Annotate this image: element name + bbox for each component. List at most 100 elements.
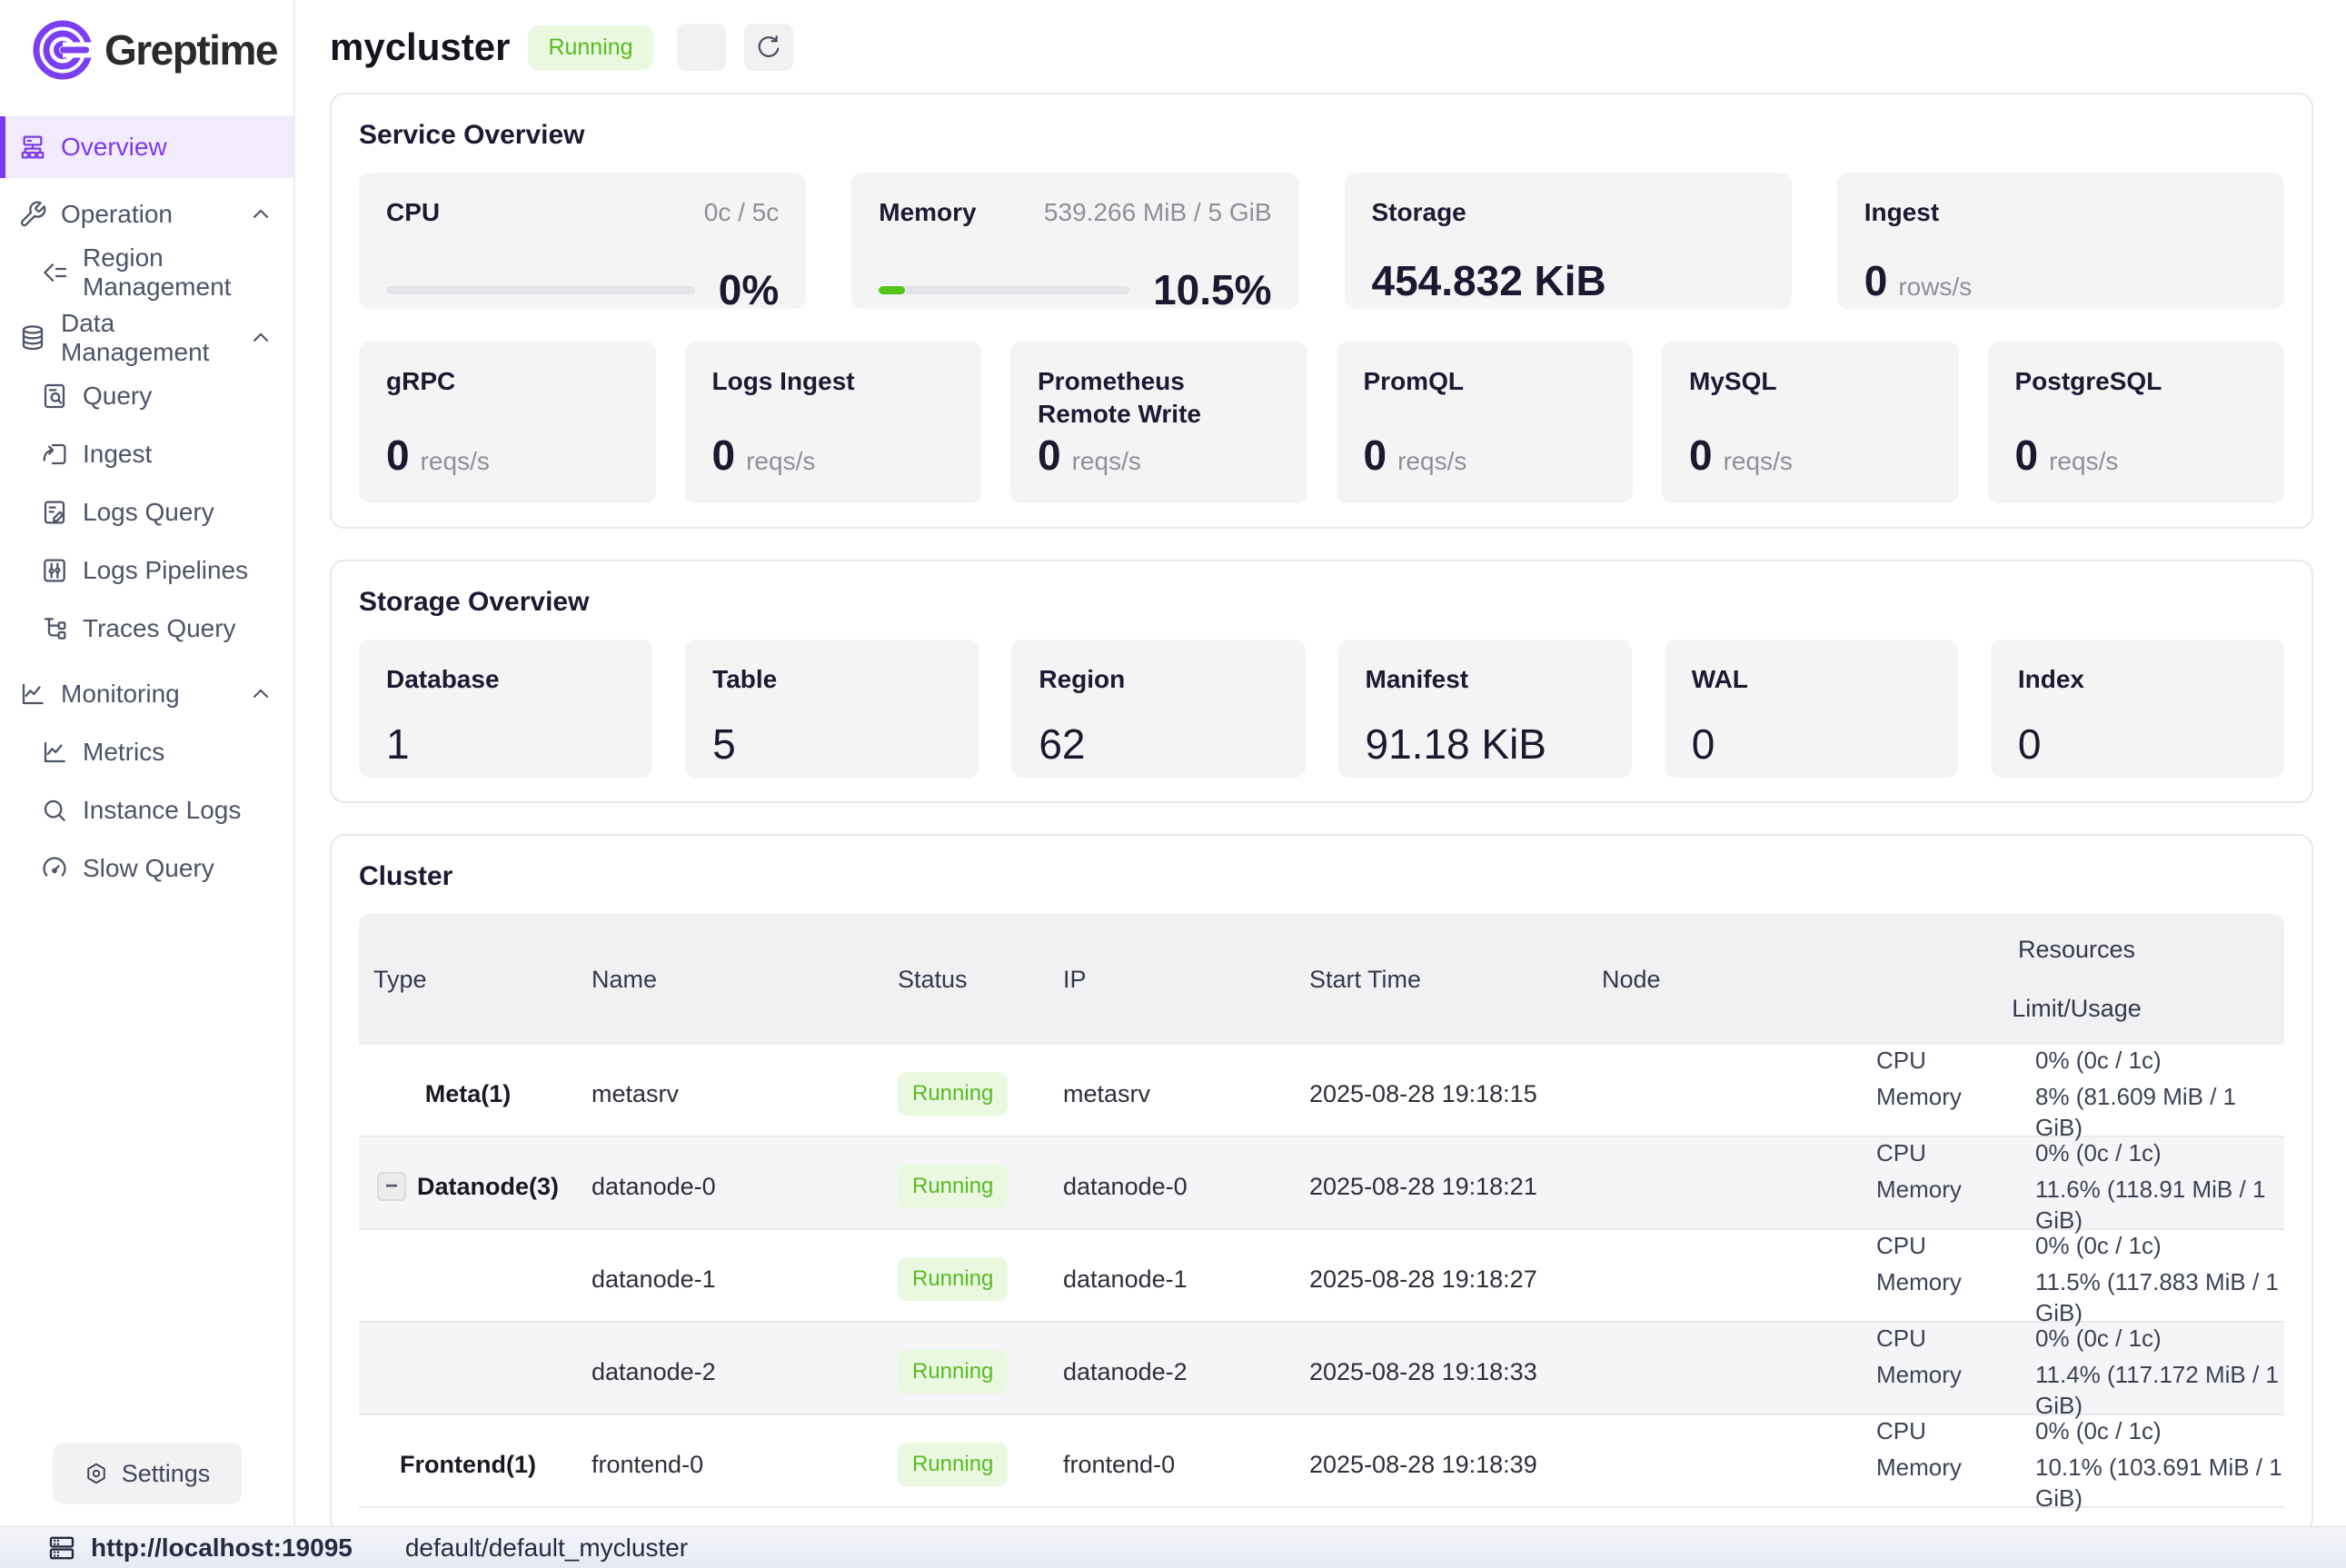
settings-button[interactable]: Settings — [53, 1443, 242, 1504]
grpc-card: gRPC 0 reqs/s — [359, 342, 656, 503]
rate-unit: reqs/s — [746, 447, 815, 476]
sliders-icon — [40, 556, 69, 585]
cpu-usage: 0% (0c / 1c) — [2035, 1137, 2284, 1168]
chevron-up-icon[interactable] — [248, 202, 273, 227]
chevron-up-icon[interactable] — [248, 681, 273, 707]
ingest-label: Ingest — [1864, 198, 1939, 226]
chevron-up-icon[interactable] — [248, 325, 273, 351]
stat-value: 62 — [1039, 719, 1277, 769]
sidebar-group-operation[interactable]: Operation — [0, 185, 293, 243]
storage-overview-panel: Storage Overview Database 1 Table 5 Regi… — [330, 560, 2313, 803]
memory-capacity: 539.266 MiB / 5 GiB — [1044, 198, 1272, 227]
sidebar-item-slow-query[interactable]: Slow Query — [0, 839, 293, 898]
blank-icon-button[interactable] — [677, 24, 726, 71]
row-start-time: 2025-08-28 19:18:21 — [1295, 1173, 1587, 1201]
page-title: mycluster — [330, 25, 510, 69]
cpu-label: CPU — [1876, 1323, 2035, 1354]
chart-icon — [40, 738, 69, 767]
row-resources: CPU 0% (0c / 1c) Memory 11.4% (117.172 M… — [1869, 1323, 2284, 1421]
col-node: Node — [1587, 966, 1869, 994]
sidebar-group-monitoring[interactable]: Monitoring — [0, 665, 293, 723]
endpoint-url: http://localhost:19095 — [91, 1533, 353, 1563]
storage-stat-cards: Database 1 Table 5 Region 62 Manifest 91… — [359, 640, 2284, 778]
logs-ingest-card: Logs Ingest 0 reqs/s — [685, 342, 982, 503]
cpu-label: CPU — [1876, 1415, 2035, 1446]
sidebar-item-label: Metrics — [83, 738, 164, 767]
stat-value: 91.18 KiB — [1366, 719, 1605, 769]
row-resources: CPU 0% (0c / 1c) Memory 8% (81.609 MiB /… — [1869, 1045, 2284, 1143]
sidebar-nav: Overview Operation Region Management Dat… — [0, 116, 293, 898]
sidebar-item-ingest[interactable]: Ingest — [0, 425, 293, 483]
storage-label: Storage — [1372, 198, 1466, 226]
memory-usage: 8% (81.609 MiB / 1 GiB) — [2035, 1081, 2284, 1143]
refresh-button[interactable] — [744, 24, 793, 71]
sidebar-item-label: Slow Query — [83, 854, 214, 883]
sidebar-item-region-management[interactable]: Region Management — [0, 243, 293, 302]
row-name: datanode-2 — [577, 1358, 883, 1386]
settings-label: Settings — [122, 1460, 211, 1488]
memory-progress-fill — [879, 286, 905, 294]
region-icon — [40, 258, 69, 287]
col-ip: IP — [1049, 966, 1295, 994]
rate-unit: reqs/s — [421, 447, 490, 476]
index-card: Index 0 — [1991, 640, 2284, 778]
sidebar-group-label: Operation — [61, 200, 173, 229]
cpu-percent: 0% — [719, 265, 779, 314]
sidebar-item-query[interactable]: Query — [0, 367, 293, 425]
cpu-card: CPU 0c / 5c 0% — [359, 173, 806, 309]
stat-label: Region — [1039, 665, 1125, 693]
table-row-datanode-2: datanode-2 Running datanode-2 2025-08-28… — [359, 1323, 2284, 1415]
row-type: Datanode(3) — [417, 1173, 559, 1201]
panel-title: Storage Overview — [359, 585, 2284, 620]
col-start-time: Start Time — [1295, 966, 1587, 994]
row-resources: CPU 0% (0c / 1c) Memory 11.5% (117.883 M… — [1869, 1230, 2284, 1328]
sidebar-item-logs-query[interactable]: Logs Query — [0, 483, 293, 541]
memory-label: Memory — [1876, 1359, 2035, 1421]
service-metric-cards: CPU 0c / 5c 0% Memory 539.266 MiB / 5 Gi… — [359, 173, 2284, 309]
table-row-datanode-1: datanode-1 Running datanode-1 2025-08-28… — [359, 1230, 2284, 1323]
collapse-group-button[interactable]: − — [377, 1172, 406, 1201]
row-name: frontend-0 — [577, 1451, 883, 1479]
col-resources-label: Resources — [2018, 936, 2135, 964]
sidebar-item-label: Logs Pipelines — [83, 556, 248, 585]
memory-usage: 10.1% (103.691 MiB / 1 GiB) — [2035, 1452, 2284, 1513]
sidebar-group-label: Monitoring — [61, 680, 180, 709]
sidebar-item-logs-pipelines[interactable]: Logs Pipelines — [0, 541, 293, 600]
stat-value: 0 — [2018, 719, 2257, 769]
col-limit-usage-label: Limit/Usage — [2012, 995, 2142, 1023]
status-bar: http://localhost:19095 default/default_m… — [0, 1526, 2346, 1568]
sidebar-group-data-management[interactable]: Data Management — [0, 309, 293, 367]
status-badge: Running — [898, 1350, 1008, 1394]
cpu-usage: 0% (0c / 1c) — [2035, 1323, 2284, 1354]
memory-label: Memory — [879, 196, 976, 229]
status-badge: Running — [898, 1072, 1008, 1116]
greptime-logo-icon — [33, 20, 93, 80]
sidebar-item-instance-logs[interactable]: Instance Logs — [0, 781, 293, 839]
table-row-datanode-0: − Datanode(3) datanode-0 Running datanod… — [359, 1137, 2284, 1230]
sidebar-item-overview[interactable]: Overview — [0, 116, 293, 178]
brand-logo: Greptime — [0, 0, 293, 80]
main-content: mycluster Running Service Overview CPU 0… — [295, 0, 2346, 1526]
rate-label: Prometheus Remote Write — [1038, 365, 1280, 431]
chart-icon — [18, 680, 47, 709]
search-icon — [40, 796, 69, 825]
rate-value: 0 — [1364, 431, 1387, 480]
memory-label: Memory — [1876, 1174, 2035, 1236]
table-card: Table 5 — [685, 640, 979, 778]
prometheus-remote-write-card: Prometheus Remote Write 0 reqs/s — [1010, 342, 1307, 503]
database-icon — [18, 323, 47, 352]
sidebar-item-metrics[interactable]: Metrics — [0, 723, 293, 781]
stat-label: Index — [2018, 665, 2084, 693]
sidebar-item-traces-query[interactable]: Traces Query — [0, 600, 293, 658]
rate-value: 0 — [1689, 431, 1713, 480]
cluster-table: Type Name Status IP Start Time Node Reso… — [359, 914, 2284, 1508]
status-badge: Running — [898, 1257, 1008, 1301]
sidebar-group-label: Data Management — [61, 309, 234, 367]
cpu-label: CPU — [1876, 1045, 2035, 1076]
stat-value: 1 — [386, 719, 625, 769]
rate-unit: reqs/s — [1724, 447, 1793, 476]
stat-label: Database — [386, 665, 500, 693]
sidebar-item-label: Logs Query — [83, 498, 214, 527]
sidebar-item-label: Traces Query — [83, 614, 236, 643]
memory-label: Memory — [1876, 1266, 2035, 1328]
